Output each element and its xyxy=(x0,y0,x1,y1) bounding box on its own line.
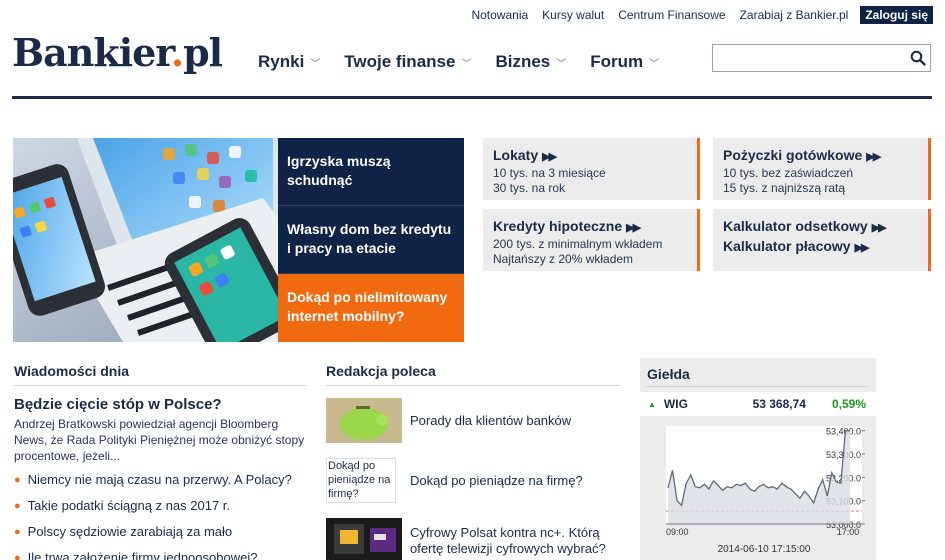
piggy-bank-thumbnail xyxy=(326,398,402,443)
chart-timestamp: 2014-06-10 17:15:00 xyxy=(718,544,811,555)
list-item[interactable]: ● Takie podatki ściągną z nas 2017 r. xyxy=(14,498,306,524)
list-item[interactable]: ● Niemcy nie mają czasu na przerwy. A Pol… xyxy=(14,472,306,498)
up-arrow-icon: ▲ xyxy=(648,399,656,409)
hero-panel: Igrzyska muszą schudnąć Własny dom bez k… xyxy=(278,138,464,342)
wiadomosci-section-title: Wiadomości dnia xyxy=(14,363,306,386)
main-nav: Rynki ﹀ Twoje finanse ﹀ Biznes ﹀ Forum ﹀ xyxy=(258,52,683,72)
top-link-notowania[interactable]: Notowania xyxy=(471,8,528,22)
nav-rynki[interactable]: Rynki ﹀ xyxy=(258,52,320,72)
double-arrow-icon: ▶▶ xyxy=(866,151,881,163)
search-box xyxy=(712,44,931,72)
double-arrow-icon: ▶▶ xyxy=(542,151,557,163)
kalkulator-odsetkowy-link[interactable]: Kalkulator odsetkowy ▶▶ xyxy=(723,218,918,234)
top-link-kursy-walut[interactable]: Kursy walut xyxy=(542,8,604,22)
header-rule xyxy=(12,96,932,99)
search-input[interactable] xyxy=(713,45,903,71)
recommended-item-cyfrowy-polsat[interactable]: Cyfrowy Polsat kontra nc+. Którą ofertę … xyxy=(326,518,626,560)
list-item[interactable]: ● Polscy sędziowie zarabiają za mało xyxy=(14,524,306,550)
kalkulator-placowy-link[interactable]: Kalkulator płacowy ▶▶ xyxy=(723,238,918,254)
gielda-title: Giełda xyxy=(646,358,870,387)
recommended-item-pieniadze-na-firme[interactable]: Dokąd po pieniądze na firmę? Dokąd po pi… xyxy=(326,458,626,503)
index-value: 53 368,74 xyxy=(752,397,806,411)
chart-x-tick-label: 09:00 xyxy=(666,527,689,537)
box-pozyczki[interactable]: Pożyczki gotówkowe ▶▶ 10 tys. bez zaświad… xyxy=(713,138,931,200)
double-arrow-icon: ▶▶ xyxy=(626,222,641,234)
double-arrow-icon: ▶▶ xyxy=(854,242,870,254)
bullet-icon: ● xyxy=(14,552,21,560)
chevron-down-icon: ﹀ xyxy=(310,58,321,70)
top-links: Notowania Kursy walut Centrum Finansowe … xyxy=(457,6,933,24)
hero-item-igrzyska[interactable]: Igrzyska muszą schudnąć xyxy=(278,138,464,206)
redakcja-section-title: Redakcja poleca xyxy=(326,363,620,386)
chart-x-tick-label: 17:00 xyxy=(837,527,860,537)
chart-y-tick-label: 53,400.0 xyxy=(826,427,861,437)
nav-forum[interactable]: Forum ﹀ xyxy=(590,52,659,72)
box-kredyty[interactable]: Kredyty hipoteczne ▶▶ 200 tys. z minimaln… xyxy=(483,209,700,271)
bullet-icon: ● xyxy=(14,500,21,512)
index-change: 0,59% xyxy=(831,397,866,411)
hero-item-wlasny-dom[interactable]: Własny dom bez kredytu i pracy na etacie xyxy=(278,206,464,274)
recommended-item-porady[interactable]: Porady dla klientów banków xyxy=(326,398,626,443)
nav-twoje-finanse[interactable]: Twoje finanse ﹀ xyxy=(344,52,471,72)
bankier-logo[interactable]: Bankier.pl xyxy=(12,30,223,75)
gielda-widget: Giełda ▲ WIG 53 368,74 0,59% 53,000.0 53,… xyxy=(640,358,876,560)
index-name: WIG xyxy=(663,397,688,411)
chevron-down-icon: ﹀ xyxy=(649,58,660,70)
list-item[interactable]: ● Ile trwa założenie firmy jednoosobowej? xyxy=(14,550,306,560)
lead-article-body: Andrzej Bratkowski powiedział agencji Bl… xyxy=(14,417,305,463)
tv-thumbnail xyxy=(326,518,402,560)
chevron-down-icon: ﹀ xyxy=(461,58,472,70)
search-icon[interactable] xyxy=(910,50,926,66)
nav-biznes[interactable]: Biznes ﹀ xyxy=(495,52,566,72)
wig-chart[interactable]: 53,000.053,100.053,200.053,300.053,400.0… xyxy=(640,420,876,560)
box-lokaty[interactable]: Lokaty ▶▶ 10 tys. na 3 miesiące 30 tys. n… xyxy=(483,138,700,200)
hero-image[interactable] xyxy=(13,138,278,342)
broken-image-thumbnail: Dokąd po pieniądze na firmę? xyxy=(326,458,396,503)
double-arrow-icon: ▶▶ xyxy=(871,222,887,234)
bullet-icon: ● xyxy=(14,526,21,538)
box-kalkulatory: Kalkulator odsetkowy ▶▶ Kalkulator płacow… xyxy=(713,209,931,271)
top-link-centrum-finansowe[interactable]: Centrum Finansowe xyxy=(618,8,725,22)
news-list: ● Niemcy nie mają czasu na przerwy. A Pol… xyxy=(14,472,306,560)
bullet-icon: ● xyxy=(14,474,21,486)
top-link-zarabiaj[interactable]: Zarabiaj z Bankier.pl xyxy=(740,8,849,22)
chevron-down-icon: ﹀ xyxy=(556,58,567,70)
wig-row[interactable]: ▲ WIG 53 368,74 0,59% xyxy=(640,392,876,416)
login-button[interactable]: Zaloguj się xyxy=(860,6,933,24)
hero-item-internet-mobilny[interactable]: Dokąd po nielimitowany internet mobilny? xyxy=(278,274,464,342)
lead-article-title[interactable]: Będzie cięcie stóp w Polsce? xyxy=(14,396,222,413)
